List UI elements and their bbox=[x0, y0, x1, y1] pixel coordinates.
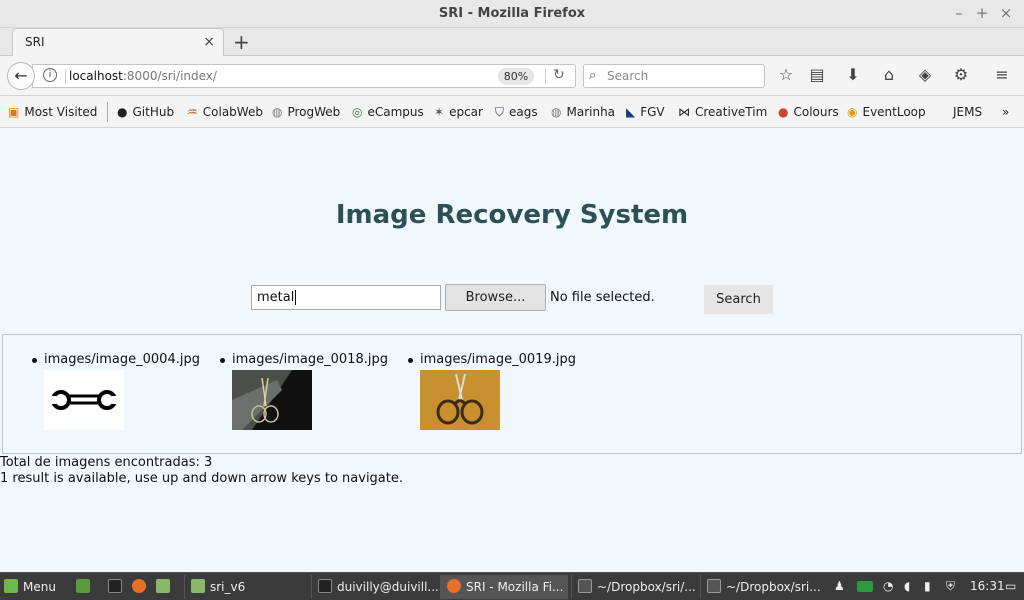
bookmark-jems[interactable]: JEMS bbox=[953, 105, 982, 119]
start-menu-button[interactable]: Menu bbox=[4, 579, 56, 594]
sublime-icon bbox=[578, 579, 592, 593]
page-content: Image Recovery System metal Browse... No… bbox=[0, 128, 1024, 572]
github-icon: ● bbox=[117, 105, 128, 119]
task-sublime-2[interactable]: ~/Dropbox/sri... bbox=[700, 575, 824, 599]
bookmark-fgv[interactable]: ◣ FGV bbox=[626, 105, 665, 119]
reload-icon[interactable]: ↻ bbox=[553, 67, 565, 83]
user-icon[interactable]: ♟ bbox=[834, 579, 845, 593]
zoom-indicator[interactable]: 80% bbox=[498, 68, 534, 85]
eags-icon: ⛉ bbox=[495, 105, 505, 119]
result-thumbnail-scissors-dark[interactable] bbox=[232, 370, 312, 430]
maximize-icon[interactable]: + bbox=[973, 4, 991, 22]
show-desktop-icon[interactable] bbox=[76, 579, 95, 594]
bookmarks-overflow-icon[interactable]: » bbox=[1002, 105, 1009, 119]
task-sri-v6[interactable]: sri_v6 bbox=[184, 575, 310, 599]
result-filename: images/image_0018.jpg bbox=[232, 352, 388, 367]
text-cursor bbox=[295, 290, 297, 305]
shield-icon[interactable]: ⛨ bbox=[946, 579, 955, 594]
tab-label: SRI bbox=[25, 35, 45, 49]
window-titlebar: SRI - Mozilla Firefox – + × bbox=[0, 0, 1024, 28]
bookmark-marinha[interactable]: ◍ Marinha bbox=[551, 105, 615, 119]
download-icon[interactable]: ⬇ bbox=[843, 65, 863, 84]
home-icon[interactable]: ⌂ bbox=[879, 65, 899, 84]
navigation-toolbar: i localhost:8000/sri/index/ 80% ↻ ← ⌕ Se… bbox=[0, 56, 1024, 96]
bookmark-eventloop[interactable]: ◉ EventLoop bbox=[847, 105, 926, 119]
search-text-input[interactable]: metal bbox=[251, 285, 441, 310]
task-sublime-1[interactable]: ~/Dropbox/sri/... bbox=[571, 575, 699, 599]
search-input[interactable]: ⌕ Search bbox=[583, 64, 765, 88]
eventloop-icon: ◉ bbox=[847, 105, 858, 119]
bookmark-eags[interactable]: ⛉ eags bbox=[495, 105, 538, 120]
sublime-icon bbox=[707, 579, 721, 593]
firefox-launcher-icon[interactable] bbox=[132, 579, 151, 594]
new-tab-icon[interactable]: + bbox=[233, 30, 250, 54]
page-title: Image Recovery System bbox=[335, 200, 689, 230]
folder-icon bbox=[191, 579, 205, 593]
globe-icon: ◍ bbox=[551, 105, 562, 119]
bookmark-colabweb[interactable]: ♒ ColabWeb bbox=[187, 105, 263, 119]
bookmark-github[interactable]: ● GitHub bbox=[117, 105, 174, 119]
bookmarks-toolbar: ▣ Most Visited ● GitHub ♒ ColabWeb ◍ ProgWeb… bbox=[0, 96, 1024, 128]
bookmark-star-icon[interactable]: ☆ bbox=[776, 65, 796, 84]
extension-icon[interactable]: ⚙ bbox=[951, 65, 971, 84]
pocket-icon[interactable]: ◈ bbox=[915, 65, 935, 84]
wifi-icon[interactable]: ◔ bbox=[883, 579, 893, 593]
result-item: images/image_0019.jpg bbox=[408, 352, 576, 430]
firefox-icon bbox=[447, 579, 461, 593]
browse-button[interactable]: Browse... bbox=[445, 284, 546, 311]
result-filename: images/image_0019.jpg bbox=[420, 352, 576, 367]
keyboard-layout-flag-icon[interactable] bbox=[857, 579, 878, 593]
result-thumbnail-wrench[interactable] bbox=[44, 370, 124, 430]
result-filename: images/image_0004.jpg bbox=[44, 352, 200, 367]
window-title: SRI - Mozilla Firefox bbox=[438, 6, 586, 21]
result-item: images/image_0004.jpg bbox=[32, 352, 200, 430]
terminal-icon bbox=[318, 579, 332, 593]
results-panel: images/image_0004.jpg images/image_0018.… bbox=[2, 334, 1022, 454]
file-status-label: No file selected. bbox=[550, 290, 655, 305]
url-text[interactable]: localhost:8000/sri/index/ bbox=[69, 69, 217, 83]
tab-strip: SRI × + bbox=[0, 28, 1024, 56]
menu-hamburger-icon[interactable]: ≡ bbox=[992, 65, 1012, 84]
bookmark-epcar[interactable]: ✶ epcar bbox=[434, 105, 483, 119]
result-thumbnail-scissors-orange[interactable] bbox=[420, 370, 500, 430]
bookmark-most-visited[interactable]: ▣ Most Visited bbox=[8, 105, 97, 119]
terminal-launcher-icon[interactable] bbox=[108, 579, 127, 594]
ecampus-icon: ◎ bbox=[352, 105, 363, 119]
minimize-icon[interactable]: – bbox=[950, 4, 968, 22]
system-taskbar: Menu sri_v6 duivilly@duivill... SRI - Mo… bbox=[0, 572, 1024, 600]
url-bar[interactable]: i localhost:8000/sri/index/ 80% ↻ bbox=[32, 64, 576, 88]
volume-icon[interactable]: ◖ bbox=[904, 579, 910, 593]
display-icon[interactable]: ▭ bbox=[1005, 579, 1016, 593]
bookmark-creativetim[interactable]: ⋈ CreativeTim bbox=[678, 105, 767, 119]
autocomplete-status: 1 result is available, use up and down a… bbox=[0, 471, 403, 486]
bookmark-colours[interactable]: ● Colours bbox=[778, 105, 839, 119]
reading-list-icon[interactable]: ▤ bbox=[807, 65, 827, 84]
epcar-icon: ✶ bbox=[434, 105, 445, 119]
results-total: Total de imagens encontradas: 3 bbox=[0, 455, 213, 470]
search-button[interactable]: Search bbox=[704, 285, 773, 314]
files-launcher-icon[interactable] bbox=[156, 579, 175, 594]
globe-icon: ◍ bbox=[272, 105, 283, 119]
task-firefox[interactable]: SRI - Mozilla Fi... bbox=[440, 575, 568, 599]
folder-icon: ▣ bbox=[8, 105, 20, 119]
tab-close-icon[interactable]: × bbox=[203, 34, 215, 50]
task-terminal[interactable]: duivilly@duivill... bbox=[311, 575, 439, 599]
info-icon[interactable]: i bbox=[43, 68, 57, 82]
search-icon: ⌕ bbox=[589, 68, 597, 83]
creativetim-icon: ⋈ bbox=[678, 105, 690, 119]
colab-icon: ♒ bbox=[187, 105, 198, 119]
result-item: images/image_0018.jpg bbox=[220, 352, 388, 430]
mint-logo-icon bbox=[4, 579, 18, 593]
colours-icon: ● bbox=[778, 105, 789, 119]
bookmark-ecampus[interactable]: ◎ eCampus bbox=[352, 105, 424, 119]
close-window-icon[interactable]: × bbox=[997, 4, 1015, 22]
clock[interactable]: 16:31 bbox=[970, 579, 1005, 593]
tab-sri[interactable]: SRI × bbox=[12, 28, 224, 56]
fgv-icon: ◣ bbox=[626, 105, 636, 119]
back-button[interactable]: ← bbox=[7, 62, 35, 90]
battery-icon[interactable]: ▮ bbox=[924, 579, 931, 593]
bookmark-progweb[interactable]: ◍ ProgWeb bbox=[272, 105, 340, 119]
